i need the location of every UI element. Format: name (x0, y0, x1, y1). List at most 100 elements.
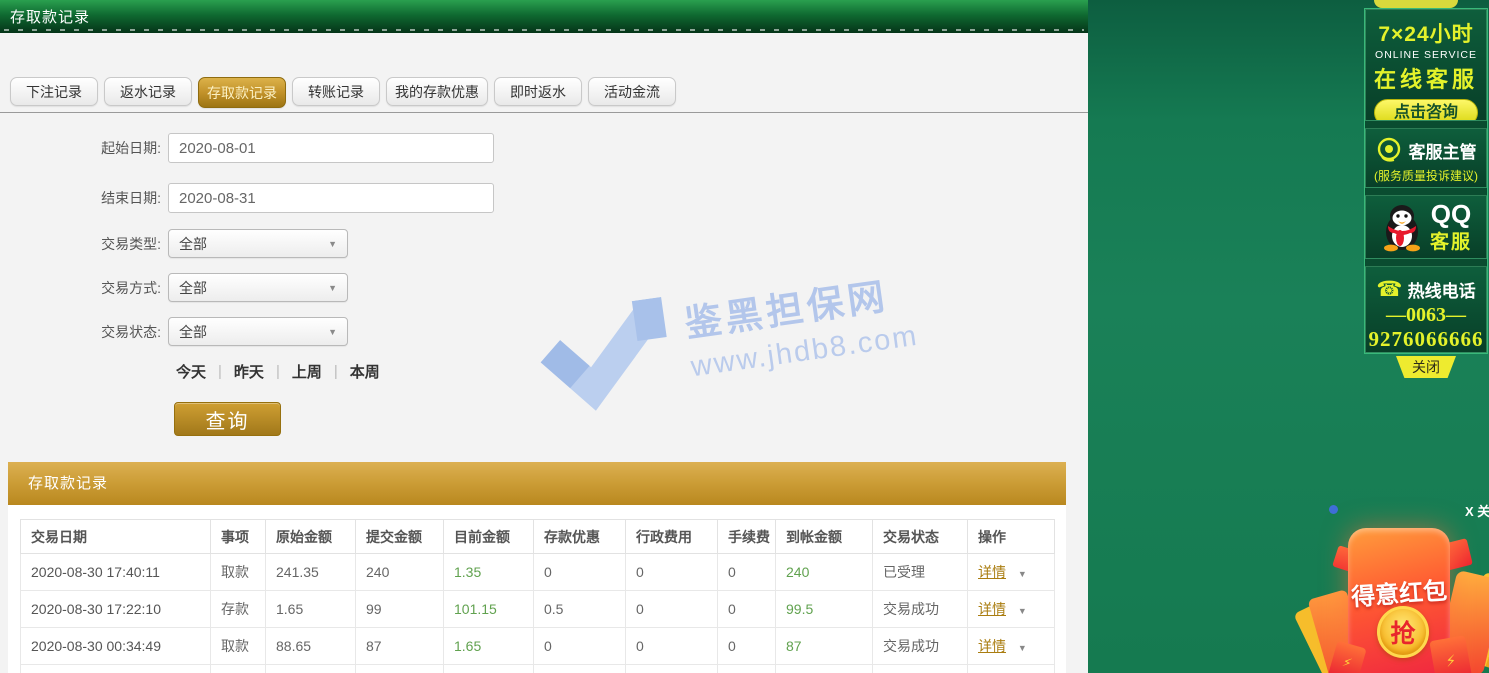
online-cs-label: 在线客服 (1366, 62, 1486, 94)
col-actions: 操作 (968, 520, 1055, 554)
separator: | (334, 363, 338, 380)
cell-actions: 详情 ▼ (968, 554, 1055, 591)
detail-link[interactable]: 详情 (978, 601, 1006, 617)
separator: | (218, 363, 222, 380)
separator: | (276, 363, 280, 380)
records-panel: 存取款记录 交易日期 事项 原始金额 提交金额 目前金额 (8, 462, 1066, 673)
table-header-row: 交易日期 事项 原始金额 提交金额 目前金额 存款优惠 行政费用 手续费 到帐金… (21, 520, 1055, 554)
col-fee: 手续费 (718, 520, 776, 554)
detail-expand-icon[interactable]: ▼ (1018, 569, 1027, 579)
red-envelope-promo: X 关 得意红包 ⚡ ⚡ 抢 (1280, 488, 1489, 673)
cell-bonus: 0 (534, 554, 626, 591)
cell-actions: 详情 ▼ (968, 628, 1055, 665)
tab-bet-records[interactable]: 下注记录 (10, 77, 98, 106)
col-item: 事项 (211, 520, 266, 554)
cell-submitted: 99 (356, 591, 444, 628)
chevron-down-icon: ▼ (328, 239, 337, 249)
start-date-row: 起始日期: (0, 133, 494, 163)
quick-link-yesterday[interactable]: 昨天 (234, 361, 264, 382)
detail-link[interactable]: 详情 (978, 638, 1006, 654)
qq-label: QQ (1430, 201, 1472, 227)
start-date-label: 起始日期: (0, 138, 168, 158)
qq-service-section[interactable]: QQ 客服 (1365, 195, 1487, 259)
watermark-shield-logo (531, 297, 681, 444)
tab-transfer-records[interactable]: 转账记录 (292, 77, 380, 106)
query-button[interactable]: 查询 (174, 402, 281, 436)
site-watermark: 鉴黑担保网 www.jhdb8.com (531, 262, 928, 463)
cell-original: 1.65 (266, 591, 356, 628)
sidebar-close-button[interactable]: 关闭 (1396, 356, 1456, 378)
grab-coin-button[interactable]: 抢 (1377, 606, 1429, 658)
watermark-name: 鉴黑担保网 (681, 262, 915, 347)
cell-item: 取款 (211, 628, 266, 665)
cell-date: 2020-08-30 17:40:11 (21, 554, 211, 591)
record-tabs: 下注记录 返水记录 存取款记录 转账记录 我的存款优惠 即时返水 活动金流 (10, 77, 676, 108)
tab-instant-rebate[interactable]: 即时返水 (494, 77, 582, 106)
cell-actions: 详情 ▼ (968, 591, 1055, 628)
cell-current: 1.35 (444, 554, 534, 591)
quick-link-last-week[interactable]: 上周 (292, 361, 322, 382)
table-row-partial (21, 665, 1055, 673)
page-title: 存取款记录 (10, 6, 90, 27)
col-submitted-amount: 提交金额 (356, 520, 444, 554)
service-manager-section[interactable]: 客服主管 (服务质量投诉建议) (1365, 128, 1487, 188)
online-service-section: 7×24小时 ONLINE SERVICE 在线客服 点击咨询 (1365, 9, 1487, 121)
transaction-type-label: 交易类型: (0, 234, 168, 254)
col-received-amount: 到帐金额 (776, 520, 873, 554)
records-panel-title: 存取款记录 (8, 462, 1066, 505)
cell-date: 2020-08-30 00:34:49 (21, 628, 211, 665)
tab-deposit-withdraw-records[interactable]: 存取款记录 (198, 77, 286, 108)
end-date-input[interactable] (168, 183, 494, 213)
transaction-type-select[interactable]: 全部 ▼ (168, 229, 348, 258)
detail-link[interactable]: 详情 (978, 564, 1006, 580)
tab-activity-flow[interactable]: 活动金流 (588, 77, 676, 106)
page: 存取款记录 下注记录 返水记录 存取款记录 转账记录 我的存款优惠 即时返水 活… (0, 0, 1489, 673)
transaction-status-select[interactable]: 全部 ▼ (168, 317, 348, 346)
hotline-section: ☎ 热线电话 —0063— 9276066666 (1365, 266, 1487, 353)
hotline-label: 热线电话 (1408, 277, 1476, 302)
transaction-status-value: 全部 (179, 322, 207, 342)
customer-service-panel: 7×24小时 ONLINE SERVICE 在线客服 点击咨询 客服主管 (服务… (1364, 8, 1488, 354)
transaction-type-value: 全部 (179, 234, 207, 254)
qq-service-label: QQ 客服 (1430, 201, 1472, 254)
tab-deposit-bonus[interactable]: 我的存款优惠 (386, 77, 488, 106)
promo-close-button[interactable]: X 关 (1465, 501, 1489, 520)
col-deposit-bonus: 存款优惠 (534, 520, 626, 554)
cell-current: 101.15 (444, 591, 534, 628)
cell-fee: 0 (718, 554, 776, 591)
start-date-input[interactable] (168, 133, 494, 163)
qq-penguin-icon (1380, 202, 1424, 252)
quick-date-links: 今天 | 昨天 | 上周 | 本周 (176, 361, 380, 382)
transaction-status-row: 交易状态: 全部 ▼ (0, 317, 348, 346)
cell-status: 已受理 (873, 554, 968, 591)
cell-fee: 0 (718, 591, 776, 628)
table-row: 2020-08-30 00:34:49 取款 88.65 87 1.65 0 0… (21, 628, 1055, 665)
transaction-method-select[interactable]: 全部 ▼ (168, 273, 348, 302)
consult-button[interactable]: 点击咨询 (1374, 99, 1478, 121)
chevron-down-icon: ▼ (328, 283, 337, 293)
col-admin-fee: 行政费用 (626, 520, 718, 554)
records-table-wrap: 交易日期 事项 原始金额 提交金额 目前金额 存款优惠 行政费用 手续费 到帐金… (8, 505, 1066, 673)
end-date-label: 结束日期: (0, 188, 168, 208)
service-manager-label: 客服主管 (1409, 138, 1477, 163)
col-current-amount: 目前金额 (444, 520, 534, 554)
cell-admin-fee: 0 (626, 554, 718, 591)
detail-expand-icon[interactable]: ▼ (1018, 606, 1027, 616)
transaction-method-row: 交易方式: 全部 ▼ (0, 273, 348, 302)
qq-cs-label: 客服 (1430, 227, 1472, 254)
end-date-row: 结束日期: (0, 183, 494, 213)
col-transaction-date: 交易日期 (21, 520, 211, 554)
cell-received: 99.5 (776, 591, 873, 628)
online-service-label: ONLINE SERVICE (1366, 49, 1486, 61)
service-hours: 7×24小时 (1366, 18, 1486, 48)
cell-date: 2020-08-30 17:22:10 (21, 591, 211, 628)
quick-link-today[interactable]: 今天 (176, 361, 206, 382)
cell-received: 240 (776, 554, 873, 591)
blue-dot (1329, 505, 1338, 514)
headset-icon (1376, 137, 1404, 163)
cell-item: 取款 (211, 554, 266, 591)
col-transaction-status: 交易状态 (873, 520, 968, 554)
quick-link-this-week[interactable]: 本周 (350, 361, 380, 382)
detail-expand-icon[interactable]: ▼ (1018, 643, 1027, 653)
tab-rebate-records[interactable]: 返水记录 (104, 77, 192, 106)
